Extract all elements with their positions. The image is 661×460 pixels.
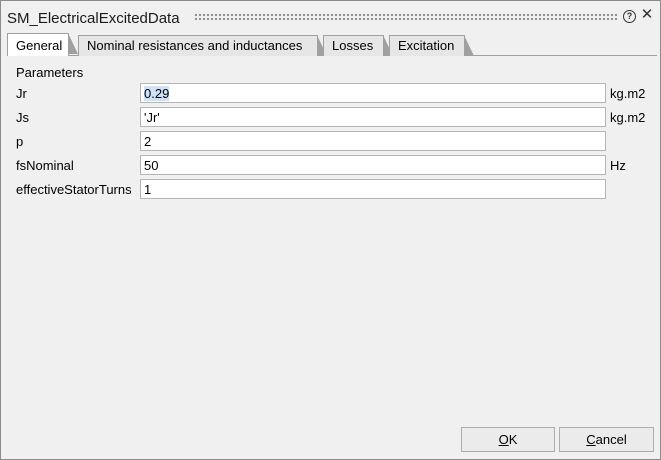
effective-stator-turns-field[interactable]: 1 — [140, 179, 606, 199]
tab-excitation[interactable]: Excitation — [389, 35, 474, 56]
p-value: 2 — [144, 134, 152, 149]
p-label: p — [16, 134, 24, 149]
title-bar[interactable]: SM_ElectricalExcitedData ? ✕ — [1, 1, 660, 31]
parameters-heading: Parameters — [16, 65, 84, 80]
js-unit: kg.m2 — [610, 110, 646, 125]
cancel-button[interactable]: Cancel — [559, 427, 654, 452]
fsnominal-value: 50 — [144, 158, 159, 173]
fsnominal-unit: Hz — [610, 158, 626, 173]
tab-nominal-resistances[interactable]: Nominal resistances and inductances — [78, 35, 327, 56]
jr-label: Jr — [16, 86, 27, 101]
cancel-mnemonic: C — [586, 432, 596, 447]
fsnominal-field[interactable]: 50 — [140, 155, 606, 175]
js-field[interactable]: 'Jr' — [140, 107, 606, 127]
p-field[interactable]: 2 — [140, 131, 606, 151]
jr-value: 0.29 — [144, 86, 170, 101]
ok-label-rest: K — [508, 432, 518, 447]
tab-bar: General Nominal resistances and inductan… — [7, 33, 657, 56]
cancel-label-rest: ancel — [595, 432, 627, 447]
close-icon[interactable]: ✕ — [639, 7, 655, 23]
tab-losses[interactable]: Losses — [323, 35, 393, 56]
drag-grip[interactable] — [194, 13, 619, 21]
jr-unit: kg.m2 — [610, 86, 646, 101]
ok-button[interactable]: OK — [461, 427, 555, 452]
js-label: Js — [16, 110, 29, 125]
js-value: 'Jr' — [144, 110, 160, 125]
tab-general[interactable]: General — [7, 33, 78, 56]
fsnominal-label: fsNominal — [16, 158, 74, 173]
ok-mnemonic: O — [498, 432, 509, 447]
window-title: SM_ElectricalExcitedData — [7, 10, 180, 27]
jr-field[interactable]: 0.29 — [140, 83, 606, 103]
effective-stator-turns-value: 1 — [144, 182, 152, 197]
effective-stator-turns-label: effectiveStatorTurns — [16, 182, 132, 197]
help-icon[interactable]: ? — [623, 10, 636, 23]
